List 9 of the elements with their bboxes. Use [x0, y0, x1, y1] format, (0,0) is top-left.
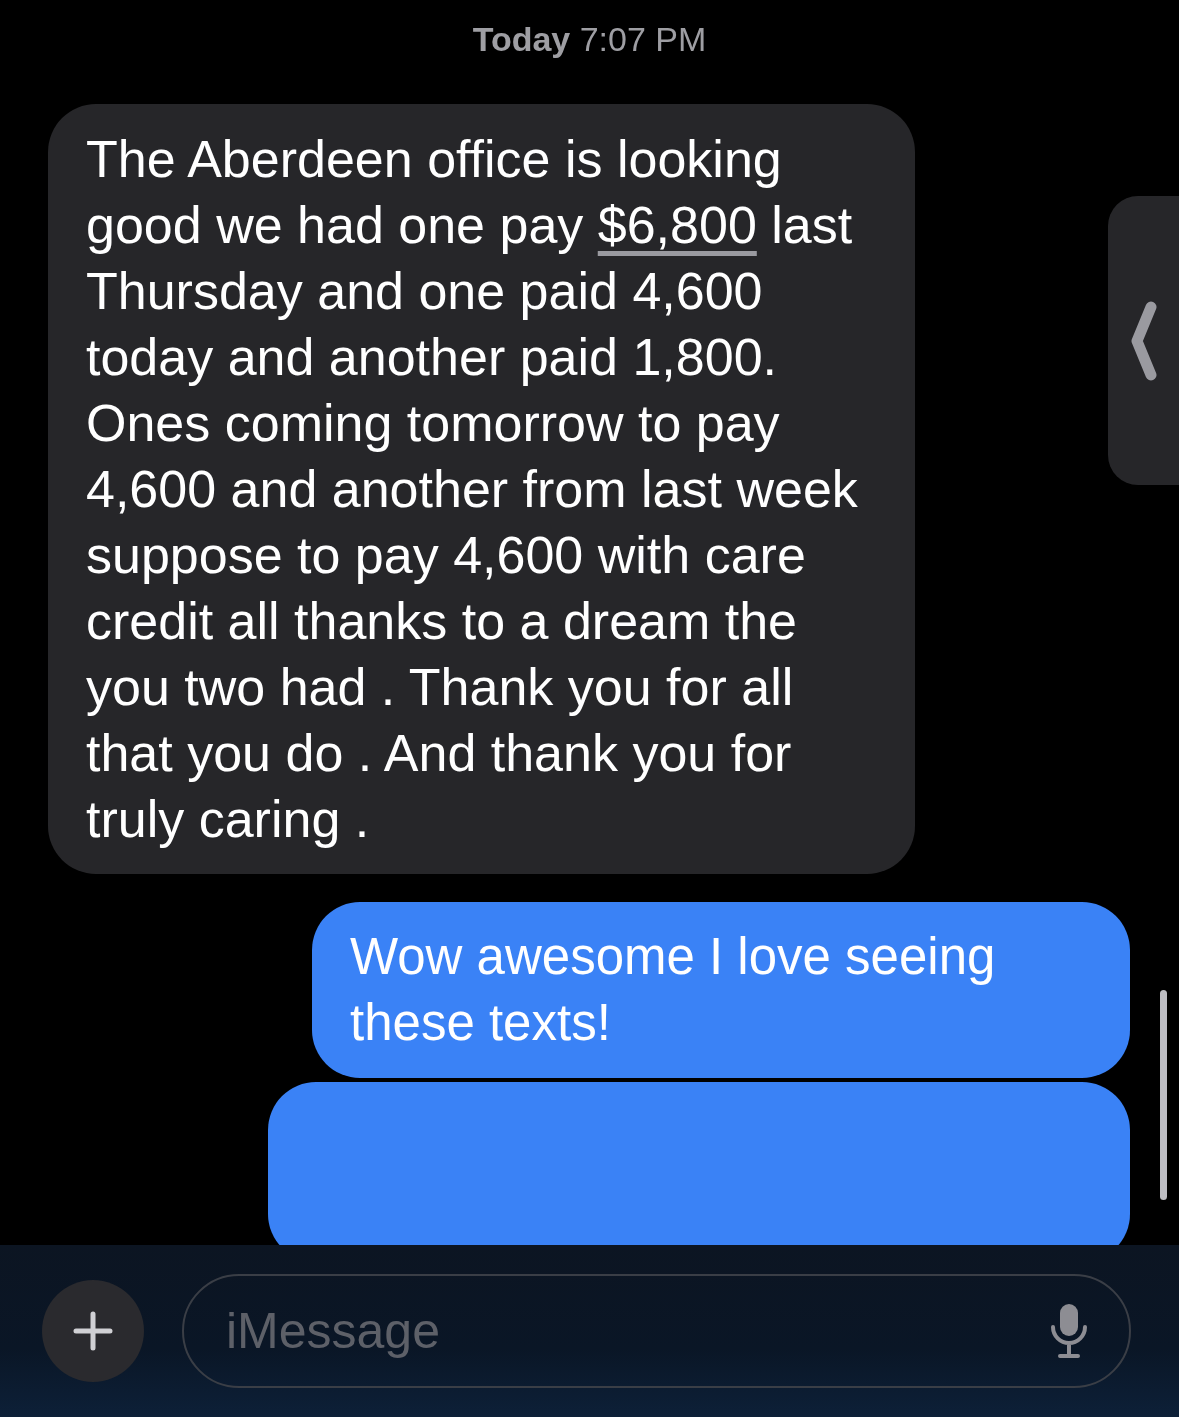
amount-link[interactable]: $6,800	[597, 196, 757, 254]
message-text: Wow awesome I love seeing these texts!	[350, 927, 997, 1053]
message-field[interactable]: iMessage	[182, 1274, 1131, 1388]
message-text: The Aberdeen office is looking good we had one pay $6,800 last Thursday and one paid 4,600 today and another paid 1,800. Ones coming tomorrow to pay 4,600 and another from last week suppose to pay 4,600 with care credit all thanks to a dream the you two had . Thank you for all that you do . And thank you for truly caring .	[86, 129, 859, 850]
timestamp: Today 7:07 PM	[471, 19, 708, 60]
scrollbar[interactable]	[1160, 990, 1167, 1200]
microphone-icon[interactable]	[1049, 1301, 1089, 1361]
side-panel-tab[interactable]	[1108, 196, 1179, 485]
plus-icon	[73, 1311, 113, 1351]
